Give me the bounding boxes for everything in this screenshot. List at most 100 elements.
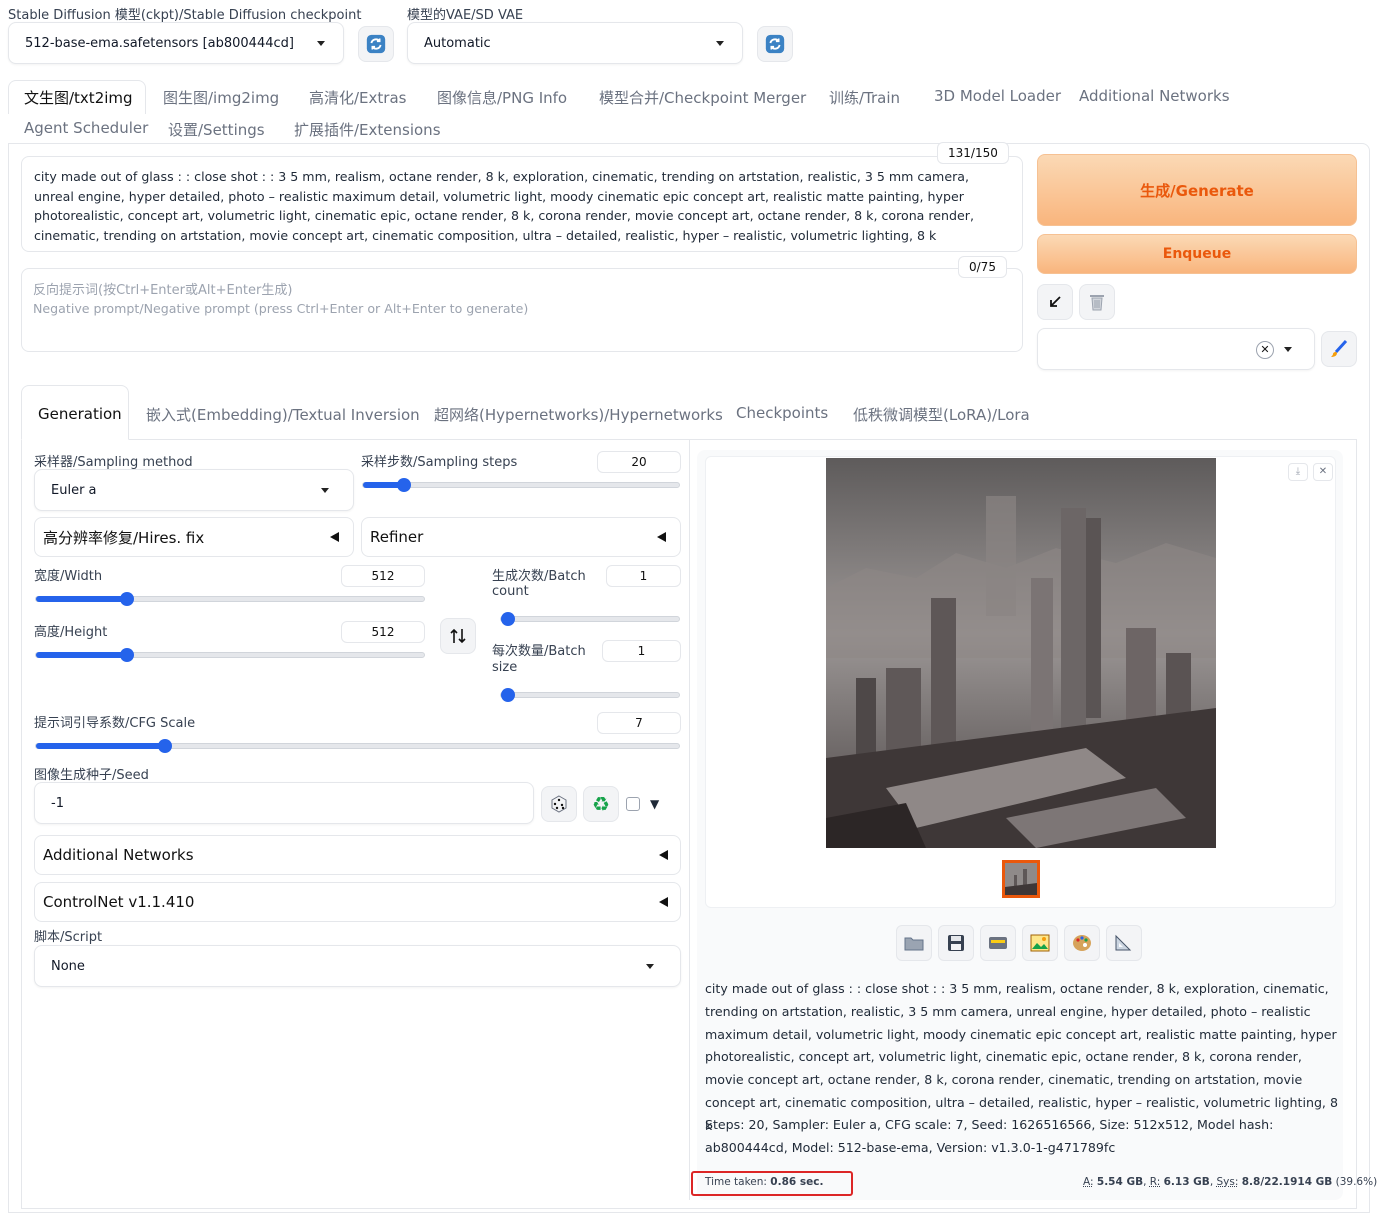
collapse-icon	[330, 532, 339, 542]
folder-icon	[904, 937, 924, 951]
collapse-icon	[659, 850, 668, 860]
controlnet-label: ControlNet v1.1.410	[43, 893, 195, 911]
tab-additional-networks[interactable]: Additional Networks	[1079, 87, 1230, 105]
tab-agent-scheduler[interactable]: Agent Scheduler	[24, 119, 148, 137]
generated-image[interactable]	[826, 458, 1216, 848]
cfg-input[interactable]: 7	[597, 712, 681, 734]
time-value: 0.86 sec.	[770, 1176, 824, 1188]
tab-3d-model-loader[interactable]: 3D Model Loader	[934, 87, 1061, 105]
clear-prompt-button[interactable]	[1079, 284, 1115, 320]
batch-count-label-2: count	[492, 584, 529, 599]
vae-dropdown[interactable]: Automatic	[407, 22, 743, 64]
cfg-label: 提示词引导系数/CFG Scale	[34, 716, 196, 731]
steps-label: 采样步数/Sampling steps	[361, 455, 518, 470]
batch-count-slider[interactable]	[500, 612, 680, 626]
batch-size-input[interactable]: 1	[602, 640, 681, 662]
vae-value: Automatic	[424, 35, 491, 51]
seed-value: -1	[51, 795, 64, 811]
tab-txt2img-label: 文生图/txt2img	[24, 89, 133, 107]
chevron-down-icon	[646, 964, 654, 969]
additional-networks-accordion[interactable]: Additional Networks	[34, 835, 681, 875]
subtab-textual-inversion[interactable]: 嵌入式(Embedding)/Textual Inversion	[146, 404, 420, 425]
checkpoint-refresh-button[interactable]	[358, 26, 394, 62]
zip-button[interactable]	[980, 925, 1016, 961]
tab-png-info[interactable]: 图像信息/PNG Info	[437, 87, 567, 108]
tab-extras[interactable]: 高清化/Extras	[309, 87, 406, 108]
close-icon[interactable]: ✕	[1313, 463, 1333, 481]
extra-seed-toggle-icon[interactable]: ▼	[650, 797, 659, 811]
refresh-icon	[765, 34, 785, 54]
tab-train[interactable]: 训练/Train	[829, 87, 900, 108]
negative-prompt-textarea[interactable]: 反向提示词(按Ctrl+Enter或Alt+Enter生成) Negative …	[21, 268, 1023, 352]
checkpoint-value: 512-base-ema.safetensors [ab800444cd]	[25, 35, 294, 51]
send-to-inpaint-button[interactable]	[1064, 925, 1100, 961]
batch-size-label-1: 每次数量/Batch	[492, 644, 586, 659]
steps-slider[interactable]	[362, 478, 680, 492]
gallery-thumbnail[interactable]	[1002, 860, 1040, 898]
seed-input[interactable]: -1	[34, 782, 534, 824]
tab-settings[interactable]: 设置/Settings	[168, 119, 265, 140]
time-taken: Time taken: 0.86 sec.	[705, 1176, 823, 1188]
batch-size-label-2: size	[492, 660, 518, 675]
batch-count-input[interactable]: 1	[606, 565, 681, 587]
negative-placeholder-line1: 反向提示词(按Ctrl+Enter或Alt+Enter生成)	[33, 283, 293, 298]
reuse-seed-button[interactable]: ♻	[583, 786, 619, 822]
send-to-extras-button[interactable]	[1106, 925, 1142, 961]
height-slider[interactable]	[35, 648, 425, 662]
hires-fix-accordion[interactable]: 高分辨率修复/Hires. fix	[34, 517, 354, 557]
refiner-accordion[interactable]: Refiner	[361, 517, 681, 557]
vram-r-label: R:	[1149, 1176, 1161, 1188]
script-dropdown[interactable]: None	[34, 945, 681, 987]
subtab-hypernetworks[interactable]: 超网络(Hypernetworks)/Hypernetworks	[434, 404, 723, 425]
vram-pct: (39.6%)	[1335, 1176, 1378, 1188]
close-icon[interactable]: ✕	[1256, 341, 1274, 359]
ruler-icon	[1115, 934, 1132, 951]
tab-checkpoint-merger[interactable]: 模型合并/Checkpoint Merger	[599, 87, 806, 108]
height-input[interactable]: 512	[341, 621, 425, 643]
steps-input[interactable]: 20	[597, 451, 681, 473]
subtab-generation-label: Generation	[38, 405, 122, 423]
random-seed-button[interactable]	[541, 786, 577, 822]
tab-img2img[interactable]: 图生图/img2img	[163, 87, 279, 108]
styles-dropdown[interactable]: ✕	[1037, 328, 1315, 370]
sampler-label: 采样器/Sampling method	[34, 455, 193, 470]
hires-fix-label: 高分辨率修复/Hires. fix	[43, 528, 205, 547]
checkpoint-dropdown[interactable]: 512-base-ema.safetensors [ab800444cd]	[8, 22, 344, 64]
tab-extensions[interactable]: 扩展插件/Extensions	[294, 119, 441, 140]
vae-refresh-button[interactable]	[757, 26, 793, 62]
height-label: 高度/Height	[34, 625, 108, 640]
save-button[interactable]	[938, 925, 974, 961]
subtab-lora[interactable]: 低秩微调模型(LoRA)/Lora	[853, 404, 1030, 425]
vae-label: 模型的VAE/SD VAE	[407, 8, 524, 23]
script-value: None	[51, 958, 85, 974]
width-slider[interactable]	[35, 592, 425, 606]
sampler-dropdown[interactable]: Euler a	[34, 469, 354, 511]
swap-dimensions-button[interactable]	[440, 618, 476, 654]
generate-button[interactable]: 生成/Generate	[1037, 154, 1357, 226]
apply-styles-button[interactable]	[1321, 331, 1357, 367]
additional-networks-label: Additional Networks	[43, 846, 194, 864]
send-to-img2img-button[interactable]	[1022, 925, 1058, 961]
batch-size-slider[interactable]	[500, 688, 680, 702]
cfg-slider[interactable]	[35, 739, 680, 753]
time-label: Time taken:	[705, 1176, 767, 1188]
subtab-checkpoints[interactable]: Checkpoints	[736, 404, 828, 422]
batch-count-label-1: 生成次数/Batch	[492, 569, 586, 584]
prompt-textarea[interactable]: city made out of glass : : close shot : …	[21, 156, 1023, 252]
palette-icon	[1073, 935, 1091, 951]
vram-r: 6.13 GB	[1163, 1176, 1210, 1188]
download-icon[interactable]: ⤓	[1288, 463, 1308, 481]
vram-sys: 8.8/22.1914 GB	[1241, 1176, 1333, 1188]
extra-seed-checkbox[interactable]	[626, 797, 640, 811]
generation-info-params: Steps: 20, Sampler: Euler a, CFG scale: …	[705, 1117, 1274, 1155]
open-folder-button[interactable]	[896, 925, 932, 961]
paste-params-button[interactable]	[1037, 284, 1073, 320]
collapse-icon	[657, 532, 666, 542]
sampler-value: Euler a	[51, 482, 97, 498]
enqueue-button[interactable]: Enqueue	[1037, 234, 1357, 274]
controlnet-accordion[interactable]: ControlNet v1.1.410	[34, 882, 681, 922]
negative-placeholder-line2: Negative prompt/Negative prompt (press C…	[33, 301, 529, 316]
width-input[interactable]: 512	[341, 565, 425, 587]
column-divider	[689, 440, 690, 1200]
swap-icon	[450, 628, 466, 644]
